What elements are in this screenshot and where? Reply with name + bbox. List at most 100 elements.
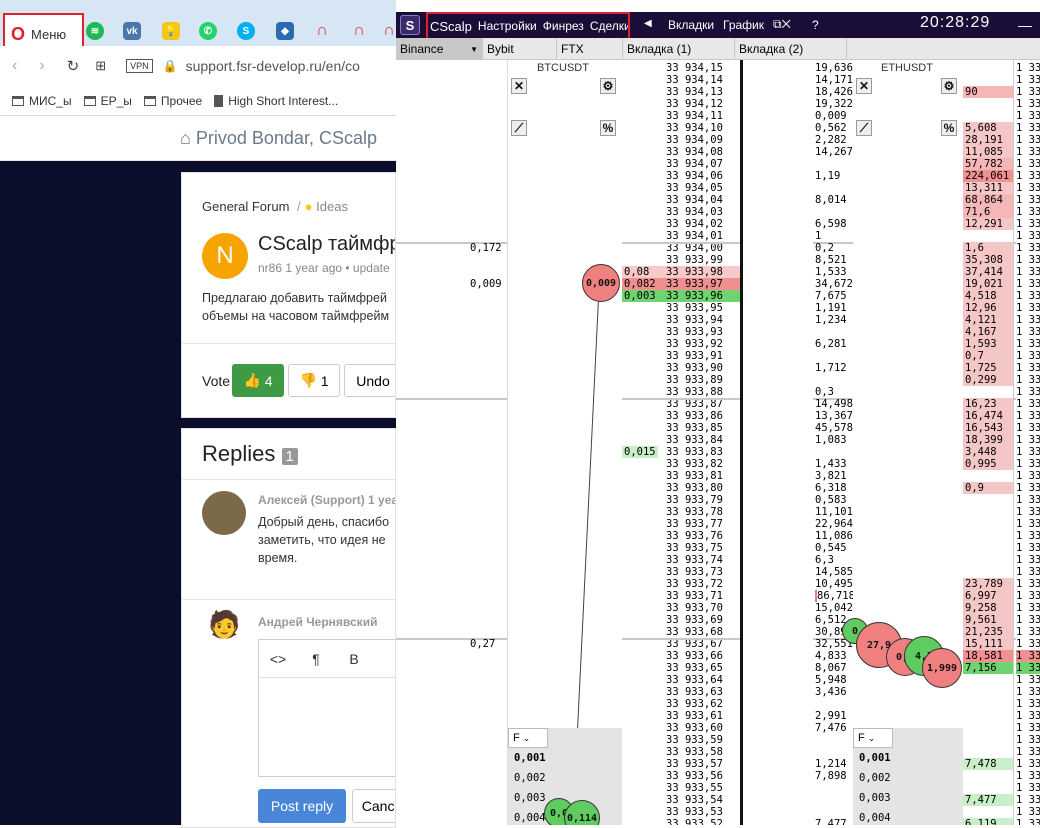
eth-price-row: 1 337 <box>1016 458 1040 470</box>
undo-button[interactable]: Undo <box>344 364 395 397</box>
bookmark-folder[interactable]: МИС_ы <box>12 94 72 108</box>
level-line <box>658 638 740 640</box>
price-row: 33 934,05 <box>658 182 740 194</box>
eth-price-row: 1 337 <box>1016 542 1040 554</box>
left-filter-select[interactable]: F ⌄ <box>508 728 548 748</box>
back-icon[interactable]: ‹ <box>12 57 17 75</box>
tab-1[interactable]: Вкладка (1) <box>623 38 735 60</box>
post-title[interactable]: CScalp таймфр <box>258 233 395 256</box>
price-row: 33 933,52 <box>658 818 740 825</box>
eth-volume-cell: 3,448 <box>963 446 1013 458</box>
eth-price-row: 1 337 <box>1016 590 1040 602</box>
price-row: 33 933,57 <box>658 758 740 770</box>
whatsapp-icon[interactable]: ✆ <box>199 22 217 40</box>
tab-2[interactable]: Вкладка (2) <box>735 38 847 60</box>
tab-bybit[interactable]: Bybit <box>483 38 557 60</box>
percent-icon[interactable]: % <box>941 120 957 136</box>
bookmark-page[interactable]: High Short Interest... <box>214 94 338 108</box>
price-row: 33 934,13 <box>658 86 740 98</box>
menu-finrez[interactable]: Финрез <box>543 19 584 33</box>
downvote-button[interactable]: 👎 1 <box>288 364 340 397</box>
menu-cscalp[interactable]: CScalp <box>430 19 472 34</box>
magnet-tab-icon-2[interactable]: ∩ <box>350 22 368 40</box>
price-row: 33 933,90 <box>658 362 740 374</box>
filter-value: 0,002 <box>859 772 891 784</box>
restore-close-icons[interactable]: ⧉✕ <box>773 17 791 32</box>
minimize-icon[interactable]: — <box>1018 17 1032 33</box>
eth-price-row: 1 337 <box>1016 374 1040 386</box>
arrow-left-icon[interactable]: ◀ <box>644 18 652 29</box>
app-title-bar: S CScalp Настройки Финрез Сделки ◀ Вклад… <box>396 12 1040 40</box>
left-tick-area: BTCUSDT ✕ ⚙ ⟋ % F ⌄ 0,001 0,002 0,003 0,004 <box>508 60 622 825</box>
eth-volume-cell: 1,725 <box>963 362 1013 374</box>
menu-label: Меню <box>31 26 67 42</box>
right-filter-select[interactable]: F ⌄ <box>853 728 893 748</box>
menu-tabs[interactable]: Вкладки <box>668 18 714 32</box>
reply-line: Добрый день, спасибо <box>258 515 390 529</box>
spotify-icon[interactable]: ≋ <box>86 22 104 40</box>
url-text[interactable]: support.fsr-develop.ru/en/co <box>186 58 360 74</box>
eth-price-row: 1 337 <box>1016 146 1040 158</box>
post-reply-button[interactable]: Post reply <box>258 789 346 823</box>
gear-icon[interactable]: ⚙ <box>941 78 957 94</box>
volume-cell: 7,675 <box>815 290 847 302</box>
volume-cell: 14,171 <box>815 74 853 86</box>
bold-button[interactable]: B <box>335 651 373 667</box>
eth-price-row: 1 337 <box>1016 362 1040 374</box>
menu-settings[interactable]: Настройки <box>478 19 537 33</box>
volume-cell: 2,991 <box>815 710 847 722</box>
folder-icon <box>143 95 156 106</box>
eth-price-row: 1 337 <box>1016 746 1040 758</box>
breadcrumb-ideas[interactable]: Ideas <box>316 199 348 214</box>
help-button[interactable]: ? <box>812 18 819 32</box>
clock: 20:28:29 <box>920 14 991 31</box>
tiles-icon[interactable]: ⊞ <box>95 58 106 74</box>
volume-cell: 11,086 <box>815 530 853 542</box>
vpn-badge[interactable]: VPN <box>126 59 153 73</box>
eth-price-row: 1 337 <box>1016 434 1040 446</box>
code-button[interactable]: <> <box>259 651 297 667</box>
app-main-menu: CScalp Настройки Финрез Сделки <box>426 12 630 40</box>
level-line <box>622 398 658 400</box>
tab-binance[interactable]: Binance ▼ <box>396 38 483 60</box>
shield-tab-icon[interactable]: ◆ <box>276 22 294 40</box>
paragraph-button[interactable]: ¶ <box>297 651 335 667</box>
price-row: 33 933,72 <box>658 578 740 590</box>
bookmark-folder[interactable]: ЕР_ы <box>83 94 132 108</box>
eth-volume-cell: 16,543 <box>963 422 1013 434</box>
replies-heading: Replies 1 <box>202 441 298 467</box>
volume-cell: 19,636 <box>815 62 853 74</box>
volume-cell: 7,477 <box>815 818 847 825</box>
eth-volume-cell: 71,6 <box>963 206 1013 218</box>
close-icon[interactable]: ✕ <box>856 78 872 94</box>
vk-icon[interactable]: vk <box>123 22 141 40</box>
price-row: 33 934,09 <box>658 134 740 146</box>
menu-trades[interactable]: Сделки <box>590 19 628 33</box>
volume-cell: 11,101 <box>815 506 853 518</box>
skype-icon[interactable]: S <box>237 22 255 40</box>
magnet-tab-icon[interactable]: ∩ <box>313 22 331 40</box>
tab-ftx[interactable]: FTX <box>557 38 623 60</box>
chevron-down-icon: ⌄ <box>522 733 531 743</box>
left-price-column: 33 934,15 33 934,14 33 934,13 33 934,12 33 9… <box>658 60 740 825</box>
price-row: 33 934,06 <box>658 170 740 182</box>
bookmark-folder[interactable]: Прочее <box>143 94 202 108</box>
site-title[interactable]: ⌂ Privod Bondar, CScalp <box>180 128 377 149</box>
cancel-button[interactable]: Cance <box>352 789 395 823</box>
reload-icon[interactable]: ↻ <box>67 57 80 75</box>
menu-chart[interactable]: График <box>723 18 764 32</box>
upvote-button[interactable]: 👍 4 <box>232 364 284 397</box>
volume-cell: 3,821 <box>815 470 847 482</box>
reply-editor[interactable]: <> ¶ B <box>258 639 395 777</box>
forward-icon[interactable]: › <box>39 57 44 75</box>
eth-price-row: 1 337 <box>1016 350 1040 362</box>
tab-label: Bybit <box>487 42 514 56</box>
chevron-down-icon: ⌄ <box>867 733 876 743</box>
chart-icon[interactable]: ⟋ <box>856 120 872 136</box>
reply-author[interactable]: Алексей (Support) 1 yea <box>258 493 395 507</box>
eth-price-row: 1 337 <box>1016 446 1040 458</box>
eth-price-row: 1 337 <box>1016 806 1040 818</box>
eth-volume-cell: 7,156 <box>963 662 1013 674</box>
breadcrumb-forum[interactable]: General Forum <box>202 199 289 214</box>
bulb-tab-icon[interactable]: 💡 <box>162 22 180 40</box>
